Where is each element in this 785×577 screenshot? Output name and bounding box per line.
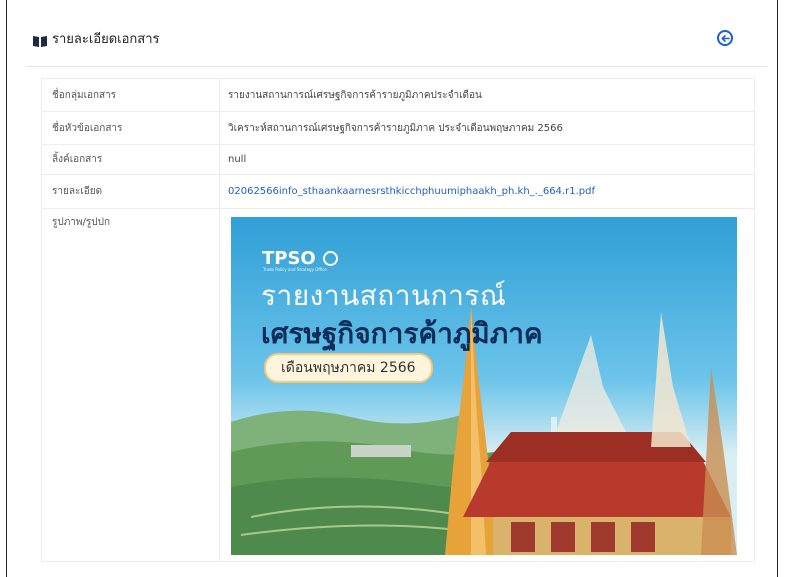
- book-icon: [33, 32, 47, 47]
- detail-row-topic: ชื่อหัวข้อเอกสาร วิเคราะห์สถานการณ์เศรษฐ…: [42, 112, 754, 145]
- cover-cell: TPSO Trade Policy and Strategy Office รา…: [220, 209, 754, 561]
- tpso-logo: TPSO: [262, 248, 338, 269]
- field-value-group: รายงานสถานการณ์เศรษฐกิจการค้ารายภูมิภาคป…: [228, 89, 482, 101]
- detail-row-cover: รูปภาพ/รูปปก TPSO Trade Policy and Strat…: [42, 209, 754, 561]
- page-title: รายละเอียดเอกสาร: [52, 31, 160, 47]
- file-cell: 02062566info_sthaankaarnesrsthkicchphuum…: [220, 175, 754, 208]
- seal-icon: [322, 251, 338, 266]
- back-button[interactable]: [717, 30, 733, 46]
- field-label: รูปภาพ/รูปปก: [42, 209, 220, 561]
- field-value-link: null: [228, 154, 247, 165]
- detail-row-group: ชื่อกลุ่มเอกสาร รายงานสถานการณ์เศรษฐกิจก…: [42, 79, 754, 112]
- pdf-file-link[interactable]: 02062566info_sthaankaarnesrsthkicchphuum…: [228, 186, 595, 197]
- logo-subtitle: Trade Policy and Strategy Office: [263, 267, 327, 272]
- cover-month-pill: เดือนพฤษภาคม 2566: [264, 353, 433, 383]
- field-value-topic: วิเคราะห์สถานการณ์เศรษฐกิจการค้ารายภูมิภ…: [228, 122, 563, 134]
- panel-header: รายละเอียดเอกสาร: [33, 26, 767, 50]
- cover-image: TPSO Trade Policy and Strategy Office รา…: [231, 217, 737, 555]
- field-label: ลิ้งค์เอกสาร: [42, 145, 220, 174]
- cover-title-line2: เศรษฐกิจการค้าภูมิภาค: [261, 317, 543, 350]
- arrow-left-circle-icon: [721, 34, 730, 42]
- document-detail-table: ชื่อกลุ่มเอกสาร รายงานสถานการณ์เศรษฐกิจก…: [41, 78, 755, 562]
- detail-row-file: รายละเอียด 02062566info_sthaankaarnesrst…: [42, 175, 754, 209]
- detail-row-link: ลิ้งค์เอกสาร null: [42, 145, 754, 175]
- logo-text: TPSO: [262, 248, 316, 269]
- document-detail-panel: รายละเอียดเอกสาร ชื่อกลุ่มเอกสาร รายงานส…: [6, 0, 778, 577]
- field-label: ชื่อหัวข้อเอกสาร: [42, 112, 220, 144]
- field-label: รายละเอียด: [42, 175, 220, 208]
- header-divider: [26, 66, 767, 67]
- field-label: ชื่อกลุ่มเอกสาร: [42, 79, 220, 111]
